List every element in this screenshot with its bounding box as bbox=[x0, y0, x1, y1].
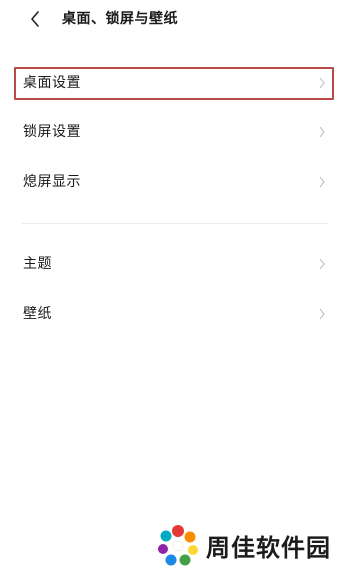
chevron-right-icon bbox=[319, 258, 325, 270]
page-title: 桌面、锁屏与壁纸 bbox=[62, 11, 178, 27]
settings-item-screen-off-display[interactable]: 熄屏显示 bbox=[14, 166, 334, 199]
settings-item-theme[interactable]: 主题 bbox=[14, 248, 334, 281]
watermark: 周佳软件园 bbox=[156, 523, 331, 567]
chevron-right-icon bbox=[319, 176, 325, 188]
pinwheel-logo-icon bbox=[158, 525, 198, 566]
section-divider bbox=[22, 223, 328, 224]
settings-item-label: 锁屏设置 bbox=[23, 124, 81, 140]
settings-item-label: 主题 bbox=[23, 256, 52, 272]
header-bar: 桌面、锁屏与壁纸 bbox=[0, 0, 349, 40]
settings-item-label: 熄屏显示 bbox=[23, 174, 81, 190]
watermark-text: 周佳软件园 bbox=[206, 533, 331, 562]
settings-item-label: 桌面设置 bbox=[23, 75, 81, 91]
chevron-right-icon bbox=[319, 126, 325, 138]
settings-item-label: 壁纸 bbox=[23, 306, 52, 322]
settings-item-desktop[interactable]: 桌面设置 bbox=[14, 67, 334, 100]
chevron-left-icon bbox=[31, 11, 39, 27]
chevron-right-icon bbox=[319, 308, 325, 320]
settings-item-lockscreen[interactable]: 锁屏设置 bbox=[14, 116, 334, 149]
back-button[interactable] bbox=[24, 8, 46, 30]
settings-item-wallpaper[interactable]: 壁纸 bbox=[14, 298, 334, 331]
chevron-right-icon bbox=[319, 77, 325, 89]
